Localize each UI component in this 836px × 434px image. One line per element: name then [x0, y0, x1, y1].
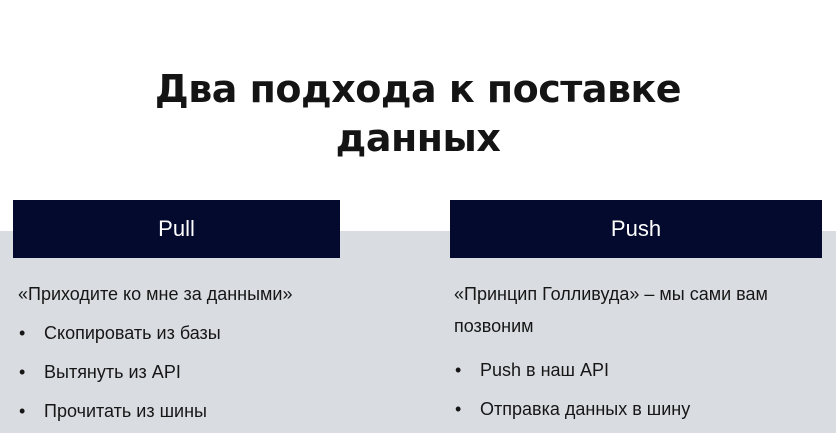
push-header: Push [450, 200, 822, 258]
list-item: • Push в наш API [454, 354, 814, 386]
pull-column: «Приходите ко мне за данными» • Скопирова… [18, 278, 418, 434]
pull-intro: «Приходите ко мне за данными» [18, 284, 293, 304]
bullet: • [455, 360, 462, 380]
list-item: • Прочитать из шины [18, 395, 418, 427]
list-item: • Вытянуть из API [18, 356, 418, 388]
push-intro: «Принцип Голливуда» – мы сами вам позвон… [454, 284, 768, 336]
bullet: • [455, 399, 462, 419]
slide-title-line-1: Два подхода к поставке [154, 67, 682, 112]
bullet: • [19, 362, 26, 382]
list-item: • Отправка данных в шину [454, 393, 814, 425]
list-item-text: Вытянуть из API [44, 362, 181, 382]
pull-header: Pull [13, 200, 340, 258]
list-item-text: Скопировать из базы [44, 323, 221, 343]
list-item-text: Push в наш API [480, 360, 609, 380]
list-item-text: Отправка данных в шину [480, 399, 691, 419]
bullet: • [19, 323, 26, 343]
bullet: • [19, 401, 26, 421]
list-item: • Скопировать из базы [18, 317, 418, 349]
push-column: «Принцип Голливуда» – мы сами вам позвон… [454, 278, 814, 432]
slide-title-line-2: данных [335, 116, 501, 161]
pull-list: • Скопировать из базы • Вытянуть из API • П… [18, 317, 418, 427]
push-list: • Push в наш API • Отправка данных в шину [454, 354, 814, 425]
list-item-text: Прочитать из шины [44, 401, 207, 421]
slide-title: Два подхода к поставке данных [0, 65, 836, 163]
